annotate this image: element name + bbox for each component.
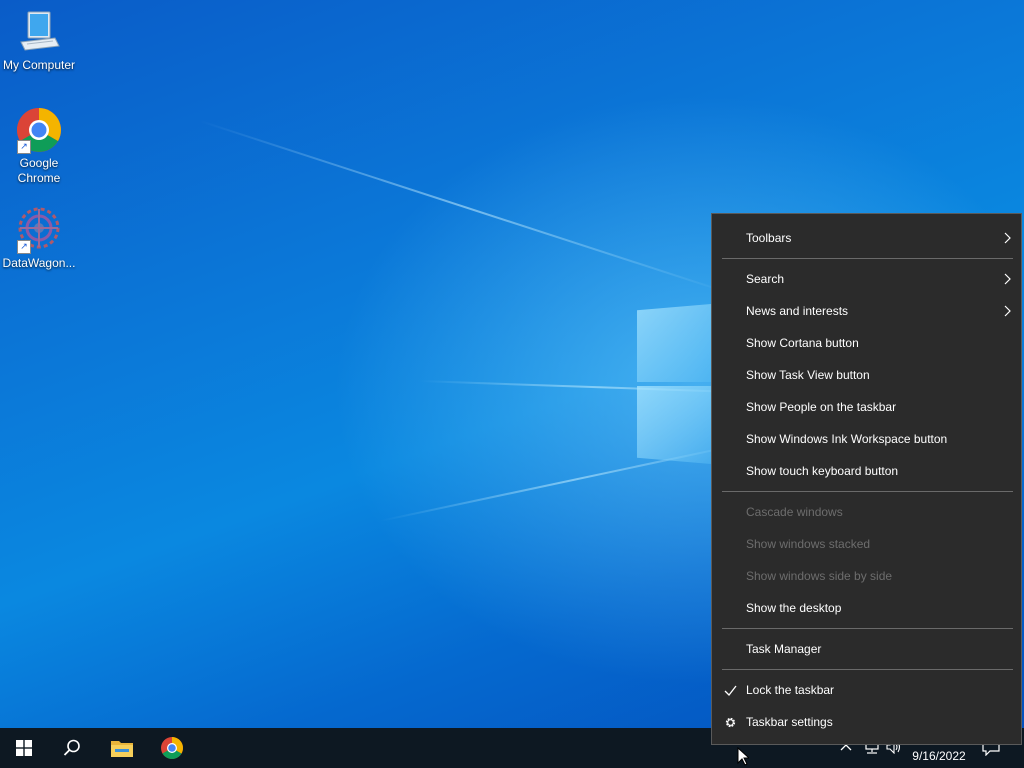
menu-item-label: Show Windows Ink Workspace button	[746, 432, 948, 446]
menu-item-label: News and interests	[746, 304, 849, 318]
menu-item-show-task-view-button[interactable]: Show Task View button	[712, 359, 1021, 391]
chrome-icon: ↗	[15, 106, 63, 154]
tray-date[interactable]: 9/16/2022	[904, 749, 974, 763]
menu-item-show-cortana-button[interactable]: Show Cortana button	[712, 327, 1021, 359]
search-icon	[63, 739, 80, 756]
menu-item-label: Task Manager	[746, 642, 822, 656]
taskbar-chrome[interactable]	[148, 728, 196, 768]
menu-item-show-ink-workspace[interactable]: Show Windows Ink Workspace button	[712, 423, 1021, 455]
menu-separator	[722, 258, 1013, 259]
menu-item-show-windows-stacked: Show windows stacked	[712, 528, 1021, 560]
menu-item-taskbar-settings[interactable]: Taskbar settings	[712, 706, 1021, 738]
menu-separator	[722, 491, 1013, 492]
menu-item-show-windows-side-by-side: Show windows side by side	[712, 560, 1021, 592]
menu-item-task-manager[interactable]: Task Manager	[712, 633, 1021, 665]
computer-icon	[15, 8, 63, 56]
menu-item-label: Search	[746, 272, 785, 286]
menu-item-label: Show windows side by side	[746, 569, 893, 583]
desktop-icon-my-computer[interactable]: My Computer	[0, 8, 78, 73]
desktop-icon-datawagon[interactable]: ↗ DataWagon...	[0, 206, 78, 271]
menu-item-news-and-interests[interactable]: News and interests	[712, 295, 1021, 327]
file-explorer-icon	[111, 741, 133, 757]
taskbar-file-explorer[interactable]	[98, 728, 146, 768]
desktop-icon-google-chrome[interactable]: ↗ Google Chrome	[0, 106, 78, 186]
shortcut-arrow-icon: ↗	[17, 240, 31, 254]
menu-item-show-people[interactable]: Show People on the taskbar	[712, 391, 1021, 423]
mouse-cursor-icon	[737, 747, 749, 766]
windows-logo-light-pane	[637, 386, 711, 464]
chrome-icon	[161, 737, 183, 759]
menu-item-show-the-desktop[interactable]: Show the desktop	[712, 592, 1021, 624]
taskbar-context-menu: Toolbars Search News and interests Show …	[711, 213, 1022, 745]
desktop-icon-label: My Computer	[2, 58, 76, 72]
chevron-right-icon	[1004, 305, 1011, 317]
menu-separator	[722, 628, 1013, 629]
menu-item-cascade-windows: Cascade windows	[712, 496, 1021, 528]
menu-item-label: Toolbars	[746, 231, 792, 245]
menu-item-label: Cascade windows	[746, 505, 843, 519]
menu-item-search[interactable]: Search	[712, 263, 1021, 295]
menu-separator	[722, 669, 1013, 670]
menu-item-label: Show Task View button	[746, 368, 870, 382]
chevron-right-icon	[1004, 232, 1011, 244]
menu-item-label: Lock the taskbar	[746, 683, 835, 697]
menu-item-label: Show People on the taskbar	[746, 400, 897, 414]
menu-item-show-touch-keyboard[interactable]: Show touch keyboard button	[712, 455, 1021, 487]
windows-logo-light-pane	[637, 304, 711, 382]
menu-item-label: Show windows stacked	[746, 537, 871, 551]
menu-item-lock-the-taskbar[interactable]: Lock the taskbar	[712, 674, 1021, 706]
datawagon-icon: ↗	[15, 206, 63, 254]
menu-item-toolbars[interactable]: Toolbars	[712, 222, 1021, 254]
menu-item-label: Show touch keyboard button	[746, 464, 899, 478]
chevron-right-icon	[1004, 273, 1011, 285]
checkmark-icon	[724, 685, 737, 696]
windows-logo-icon	[16, 740, 32, 756]
gear-icon	[725, 717, 736, 728]
menu-item-label: Show the desktop	[746, 601, 842, 615]
start-button[interactable]	[0, 728, 48, 768]
desktop-icon-label: DataWagon...	[2, 256, 76, 270]
desktop-icon-label: Google Chrome	[17, 156, 61, 185]
menu-item-label: Taskbar settings	[746, 715, 833, 729]
search-button[interactable]	[48, 728, 96, 768]
shortcut-arrow-icon: ↗	[17, 140, 31, 154]
menu-item-label: Show Cortana button	[746, 336, 859, 350]
